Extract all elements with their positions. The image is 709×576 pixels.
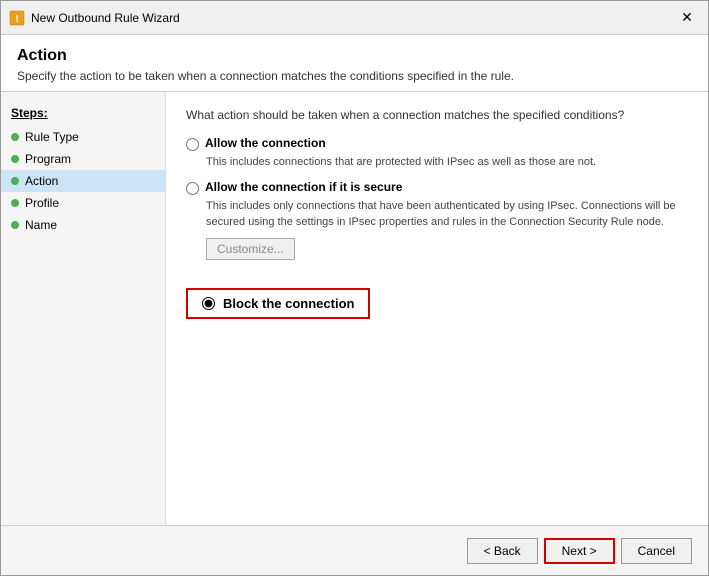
block-option-box: Block the connection <box>186 288 370 319</box>
back-button[interactable]: < Back <box>467 538 538 564</box>
option-allow-secure-row: Allow the connection if it is secure <box>186 180 688 195</box>
sidebar-label-rule-type: Rule Type <box>25 130 79 144</box>
window-title: New Outbound Rule Wizard <box>31 11 674 25</box>
option-allow-secure-group: Allow the connection if it is secure Thi… <box>186 180 688 272</box>
close-button[interactable]: ✕ <box>674 8 700 28</box>
title-bar: ! New Outbound Rule Wizard ✕ <box>1 1 708 35</box>
option-allow-secure-label[interactable]: Allow the connection if it is secure <box>205 180 402 194</box>
sidebar-label-action: Action <box>25 174 58 188</box>
page-description: Specify the action to be taken when a co… <box>17 69 692 83</box>
next-button[interactable]: Next > <box>544 538 615 564</box>
sidebar-item-action[interactable]: Action <box>1 170 165 192</box>
option-allow-row: Allow the connection <box>186 136 688 151</box>
footer: < Back Next > Cancel <box>1 525 708 575</box>
page-title: Action <box>17 47 692 65</box>
option-allow-label[interactable]: Allow the connection <box>205 136 326 150</box>
svg-text:!: ! <box>15 14 18 25</box>
sidebar-dot-action <box>11 177 19 185</box>
sidebar-label-profile: Profile <box>25 196 59 210</box>
option-allow-desc: This includes connections that are prote… <box>206 155 688 170</box>
option-block-label[interactable]: Block the connection <box>223 296 354 311</box>
sidebar-dot-rule-type <box>11 133 19 141</box>
content-area: Steps: Rule Type Program Action Profile … <box>1 92 708 525</box>
main-panel: What action should be taken when a conne… <box>166 92 708 525</box>
sidebar-item-rule-type[interactable]: Rule Type <box>1 126 165 148</box>
window-icon: ! <box>9 10 25 26</box>
option-allow-group: Allow the connection This includes conne… <box>186 136 688 170</box>
sidebar-dot-profile <box>11 199 19 207</box>
customize-button[interactable]: Customize... <box>206 238 295 260</box>
sidebar-item-name[interactable]: Name <box>1 214 165 236</box>
cancel-button[interactable]: Cancel <box>621 538 692 564</box>
wizard-window: ! New Outbound Rule Wizard ✕ Action Spec… <box>0 0 709 576</box>
page-header: Action Specify the action to be taken wh… <box>1 35 708 92</box>
main-question: What action should be taken when a conne… <box>186 108 688 122</box>
sidebar-steps-label: Steps: <box>1 102 165 126</box>
option-block-group: Block the connection <box>186 282 688 319</box>
sidebar-item-program[interactable]: Program <box>1 148 165 170</box>
sidebar: Steps: Rule Type Program Action Profile … <box>1 92 166 525</box>
sidebar-label-program: Program <box>25 152 71 166</box>
sidebar-label-name: Name <box>25 218 57 232</box>
sidebar-dot-name <box>11 221 19 229</box>
sidebar-item-profile[interactable]: Profile <box>1 192 165 214</box>
radio-allow-secure[interactable] <box>186 182 199 195</box>
option-allow-secure-desc: This includes only connections that have… <box>206 199 688 230</box>
radio-allow[interactable] <box>186 138 199 151</box>
sidebar-dot-program <box>11 155 19 163</box>
radio-block[interactable] <box>202 297 215 310</box>
